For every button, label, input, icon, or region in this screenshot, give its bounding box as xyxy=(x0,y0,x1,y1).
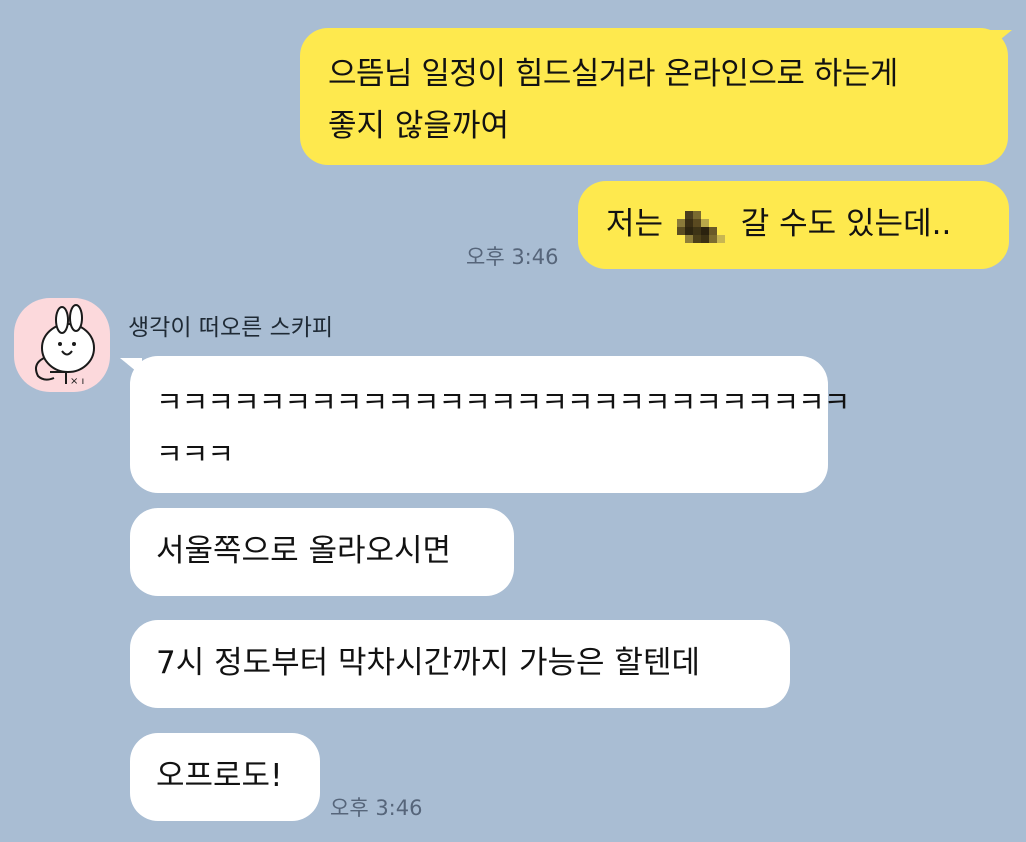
received-message-text: 서울쪽으로 올라오시면 xyxy=(156,533,452,569)
sender-name: 생각이 떠오른 스카피 xyxy=(128,315,334,341)
received-message-text: 오프로도! xyxy=(156,758,283,794)
received-message-text: 7시 정도부터 막차시간까지 가능은 할텐데 xyxy=(156,645,700,681)
sent-timestamp: 오후 3:46 xyxy=(466,245,559,269)
received-message-bubble[interactable]: ㅋㅋㅋㅋㅋㅋㅋㅋㅋㅋㅋㅋㅋㅋㅋㅋㅋㅋㅋㅋㅋㅋㅋㅋㅋㅋㅋ ㅋㅋㅋ xyxy=(130,356,850,493)
sent-message-line-2: 좋지 않을까여 xyxy=(328,108,509,144)
received-timestamp: 오후 3:46 xyxy=(330,796,423,820)
received-message-bubble[interactable]: 서울쪽으로 올라오시면 xyxy=(130,508,514,596)
received-message-line-2: ㅋㅋㅋ xyxy=(156,437,234,471)
sent-message-text-after: 갈 수도 있는데.. xyxy=(740,206,952,242)
received-message-bubble[interactable]: 오프로도! xyxy=(130,733,320,821)
sent-message-bubble[interactable]: 저는 갈 수도 있는데.. xyxy=(578,181,1009,269)
avatar[interactable]: × ı xyxy=(14,298,110,392)
received-message-line-1: ㅋㅋㅋㅋㅋㅋㅋㅋㅋㅋㅋㅋㅋㅋㅋㅋㅋㅋㅋㅋㅋㅋㅋㅋㅋㅋㅋ xyxy=(156,385,850,419)
svg-text:× ı: × ı xyxy=(70,376,84,387)
sent-message-text-before: 저는 xyxy=(606,206,664,242)
bunny-character-icon: × ı xyxy=(35,304,95,387)
received-message-bubble[interactable]: 7시 정도부터 막차시간까지 가능은 할텐데 xyxy=(130,620,790,708)
sent-message-line-1: 으뜸님 일정이 힘드실거라 온라인으로 하는게 xyxy=(328,56,898,92)
sent-message-bubble[interactable]: 으뜸님 일정이 힘드실거라 온라인으로 하는게 좋지 않을까여 xyxy=(300,28,1008,165)
redacted-mosaic xyxy=(676,207,725,243)
